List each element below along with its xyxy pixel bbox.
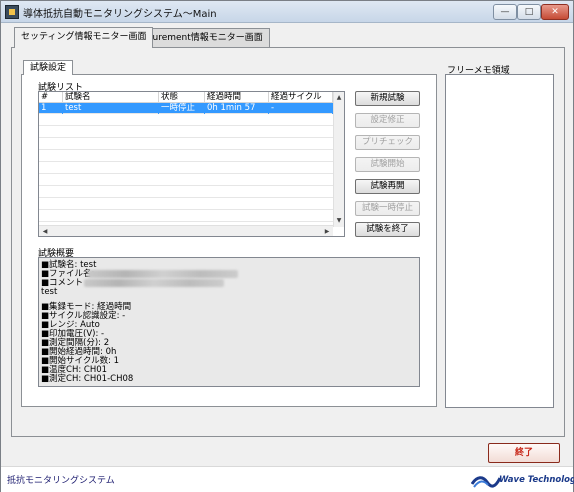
main-window: 導体抵抗自動モニタリングシステム～Main — □ ✕ セッティング情報モニター… [0, 0, 574, 492]
column-header-elapsed-time[interactable]: 経過時間 [205, 92, 269, 103]
minimize-button[interactable]: — [493, 4, 517, 20]
redacted-comment [84, 279, 224, 287]
cell-elapsed-cycles: - [269, 103, 333, 114]
summary-line: ■コメント [41, 279, 301, 288]
column-header-number[interactable]: # [39, 92, 63, 103]
tab-test-settings[interactable]: 試験設定 [23, 60, 74, 75]
table-row-empty[interactable] [39, 127, 333, 138]
free-memo-textarea[interactable] [445, 74, 554, 408]
cell-elapsed-time: 0h 1min 57 [205, 103, 269, 114]
table-row-empty[interactable] [39, 163, 333, 174]
edit-settings-button[interactable]: 設定修正 [355, 113, 420, 128]
column-header-name[interactable]: 試験名 [63, 92, 159, 103]
table-header: # 試験名 状態 経過時間 経過サイクル [39, 92, 333, 103]
summary-line: test [41, 287, 58, 297]
company-logo: Wave Technology [470, 470, 574, 490]
scroll-left-arrow-icon[interactable]: ◀ [40, 227, 50, 236]
table-row-empty[interactable] [39, 199, 333, 210]
column-header-elapsed-cycles[interactable]: 経過サイクル [269, 92, 333, 103]
close-button[interactable]: ✕ [541, 4, 569, 20]
exit-button[interactable]: 終了 [488, 443, 560, 463]
table-row-empty[interactable] [39, 175, 333, 186]
footer-app-name: 抵抗モニタリングシステム [7, 476, 115, 486]
table-row[interactable]: 1 test 一時停止 0h 1min 57 - [39, 103, 333, 114]
title-bar[interactable]: 導体抵抗自動モニタリングシステム～Main — □ ✕ [1, 1, 573, 23]
test-list-table[interactable]: # 試験名 状態 経過時間 経過サイクル 1 test 一時停止 0h 1min… [38, 91, 345, 237]
scroll-up-arrow-icon[interactable]: ▲ [334, 93, 344, 102]
resume-test-button[interactable]: 試験再開 [355, 179, 420, 194]
scroll-right-arrow-icon[interactable]: ▶ [322, 227, 332, 236]
finish-test-button[interactable]: 試験を終了 [355, 222, 420, 237]
table-row-empty[interactable] [39, 115, 333, 126]
table-row-empty[interactable] [39, 187, 333, 198]
cell-number: 1 [39, 103, 63, 114]
redacted-file-name [88, 270, 238, 278]
precheck-button[interactable]: プリチェック [355, 135, 420, 150]
scroll-down-arrow-icon[interactable]: ▼ [334, 216, 344, 225]
new-test-button[interactable]: 新規試験 [355, 91, 420, 106]
table-row-empty[interactable] [39, 151, 333, 162]
window-title: 導体抵抗自動モニタリングシステム～Main [23, 9, 217, 20]
table-row-empty[interactable] [39, 139, 333, 150]
column-header-status[interactable]: 状態 [159, 92, 205, 103]
wave-logo-icon [470, 476, 502, 488]
logo-text: Wave Technology [499, 475, 574, 485]
tab-setting-monitor[interactable]: セッティング情報モニター画面 [14, 27, 154, 48]
app-icon [5, 5, 19, 19]
start-test-button[interactable]: 試験開始 [355, 157, 420, 172]
pause-test-button[interactable]: 試験一時停止 [355, 201, 420, 216]
footer-bar: 抵抗モニタリングシステム Wave Technology [1, 466, 574, 492]
summary-line: ■測定CH: CH01-CH08 [41, 374, 134, 384]
cell-status: 一時停止 [159, 103, 205, 114]
cell-name: test [63, 103, 159, 114]
test-summary-box[interactable]: ■試験名: test ■ファイル名: ■コメント test ■集録モード: 経過… [38, 257, 420, 387]
vertical-scrollbar[interactable]: ▲ ▼ [333, 92, 344, 227]
table-row-empty[interactable] [39, 211, 333, 222]
horizontal-scrollbar[interactable]: ◀ ▶ [39, 225, 333, 236]
maximize-button[interactable]: □ [517, 4, 541, 20]
